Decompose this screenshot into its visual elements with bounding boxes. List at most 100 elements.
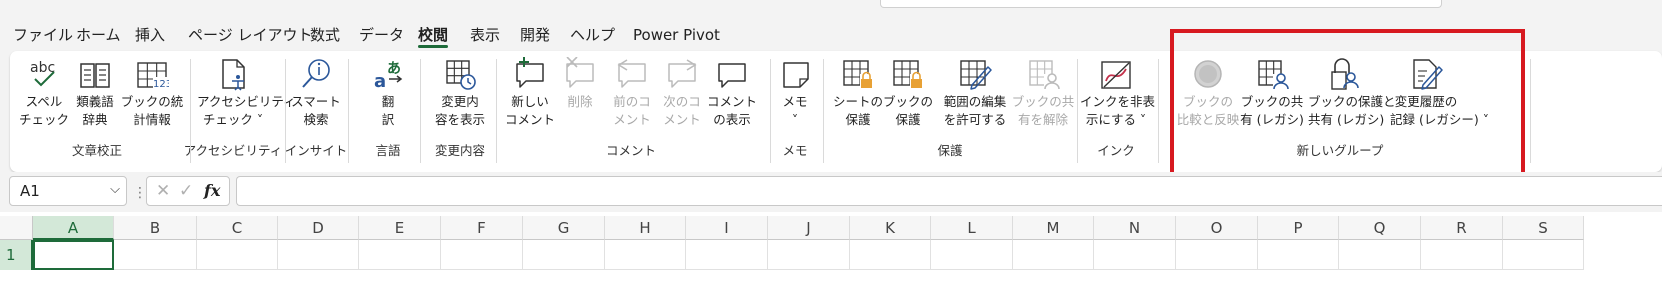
formula-input[interactable] [236, 176, 1662, 206]
tab-3[interactable]: 挿入 [135, 22, 165, 48]
show-changes-button[interactable]: 変更内 容を表示 [430, 51, 490, 151]
accessibility-check-icon [216, 57, 250, 91]
svg-text:a: a [374, 71, 386, 91]
tab-10[interactable]: ヘルプ [570, 22, 615, 48]
column-header-q[interactable]: Q [1339, 216, 1421, 240]
column-header-c[interactable]: C [197, 216, 278, 240]
protect-workbook-icon [891, 57, 925, 91]
row-header-1[interactable]: 1 [0, 240, 33, 270]
column-header-a[interactable]: A [33, 216, 114, 240]
cancel-icon[interactable]: ✕ [156, 177, 170, 205]
insert-function-icon[interactable]: fx [204, 177, 220, 205]
group-label: 文章校正 [71, 143, 122, 158]
cell-k1[interactable] [850, 240, 931, 270]
cell-m1[interactable] [1013, 240, 1094, 270]
tab-8[interactable]: 表示 [470, 22, 500, 48]
column-header-d[interactable]: D [278, 216, 359, 240]
cell-q1[interactable] [1339, 240, 1421, 270]
name-box[interactable]: A1 ⌵ [9, 176, 127, 206]
button-label: インクを非表 示にする ˅ [1080, 94, 1156, 127]
name-box-value: A1 [20, 182, 40, 200]
cell-d1[interactable] [278, 240, 359, 270]
column-header-p[interactable]: P [1258, 216, 1339, 240]
cell-n1[interactable] [1094, 240, 1176, 270]
formula-bar-separator[interactable]: ⋮ [133, 185, 147, 201]
show-comments-button[interactable]: コメント の表示 [702, 51, 762, 151]
cell-p1[interactable] [1258, 240, 1339, 270]
workbook-statistics-button[interactable]: 123 ブックの統 計情報 [121, 51, 183, 151]
allow-edit-ranges-button[interactable]: 範囲の編集 を許可する [944, 51, 1006, 151]
cell-h1[interactable] [605, 240, 686, 270]
tab-6[interactable]: データ [359, 22, 404, 48]
column-header-o[interactable]: O [1176, 216, 1258, 240]
unshare-workbook-icon [1026, 57, 1060, 91]
button-label: 範囲の編集 を許可する [943, 94, 1007, 127]
column-header-n[interactable]: N [1094, 216, 1176, 240]
worksheet-grid: ABCDEFGHIJKLMNOPQRS 1 [0, 212, 1662, 284]
thesaurus-icon [78, 57, 112, 91]
next-comment-icon [665, 57, 699, 91]
column-header-h[interactable]: H [605, 216, 686, 240]
column-header-m[interactable]: M [1013, 216, 1094, 240]
tab-9[interactable]: 開発 [520, 22, 550, 48]
column-header-l[interactable]: L [931, 216, 1013, 240]
group-separator [1077, 59, 1078, 163]
group-separator [420, 59, 421, 163]
group-separator [770, 59, 771, 163]
show-changes-icon [443, 57, 477, 91]
button-label: 変更内 容を表示 [434, 94, 485, 127]
column-header-g[interactable]: G [523, 216, 605, 240]
cell-g1[interactable] [523, 240, 605, 270]
cell-s1[interactable] [1503, 240, 1584, 270]
unshare-workbook-button: ブックの共 有を解除 [1012, 51, 1074, 151]
cell-a1[interactable] [33, 240, 114, 270]
column-header-e[interactable]: E [359, 216, 441, 240]
translate-button[interactable]: aあ翻訳 [358, 51, 418, 151]
smart-lookup-button[interactable]: スマート 検索 [286, 51, 346, 151]
select-all-corner[interactable] [0, 216, 33, 240]
column-header-j[interactable]: J [768, 216, 850, 240]
button-label: アクセシビリティ チェック ˅ [197, 94, 296, 127]
search-box[interactable] [880, 0, 1442, 8]
protect-sheet-icon [841, 57, 875, 91]
cell-i1[interactable] [686, 240, 768, 270]
group-separator [285, 59, 286, 163]
group-label: コメント [605, 143, 656, 158]
column-header-k[interactable]: K [850, 216, 931, 240]
hide-ink-icon [1099, 57, 1133, 91]
column-header-i[interactable]: I [686, 216, 768, 240]
svg-text:あ: あ [387, 61, 401, 77]
button-label: ブックの統 計情報 [120, 94, 184, 127]
accessibility-check-button[interactable]: アクセシビリティ チェック ˅ [197, 51, 296, 151]
cell-c1[interactable] [197, 240, 278, 270]
chevron-down-icon[interactable]: ⌵ [110, 182, 120, 197]
tab-7[interactable]: 校閲 [418, 22, 449, 48]
tab-5[interactable]: 数式 [310, 22, 340, 48]
cell-r1[interactable] [1421, 240, 1503, 270]
cell-f1[interactable] [441, 240, 523, 270]
notes-button[interactable]: メモ ˅ [765, 51, 825, 151]
group-separator [1530, 59, 1531, 163]
tab-11[interactable]: Power Pivot [633, 22, 720, 48]
protect-workbook-button[interactable]: ブックの 保護 [878, 51, 938, 151]
hide-ink-button[interactable]: インクを非表 示にする ˅ [1080, 51, 1155, 151]
group-label: 保護 [937, 143, 963, 158]
cell-j1[interactable] [768, 240, 850, 270]
cell-e1[interactable] [359, 240, 441, 270]
cell-o1[interactable] [1176, 240, 1258, 270]
notes-icon [778, 57, 812, 91]
tab-1[interactable]: ファイル [13, 22, 73, 48]
column-header-f[interactable]: F [441, 216, 523, 240]
column-header-s[interactable]: S [1503, 216, 1584, 240]
tab-2[interactable]: ホーム [76, 22, 121, 48]
workbook-statistics-icon: 123 [135, 57, 169, 91]
group-separator [190, 59, 191, 163]
excel-window: ファイル ホーム 挿入 ページ レイアウト 数式 データ 校閲 表示 開発 ヘルプ Power Pi… [0, 0, 1662, 284]
group-separator [1158, 59, 1159, 163]
tab-4[interactable]: ページ レイアウト [188, 22, 312, 48]
column-header-b[interactable]: B [114, 216, 197, 240]
cell-b1[interactable] [114, 240, 197, 270]
enter-icon[interactable]: ✓ [179, 177, 193, 205]
cell-l1[interactable] [931, 240, 1013, 270]
column-header-r[interactable]: R [1421, 216, 1503, 240]
